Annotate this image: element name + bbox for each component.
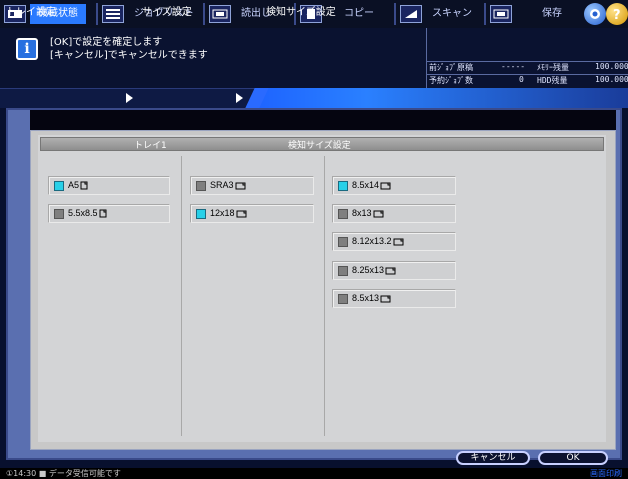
option-12x18[interactable]: 12x18 — [190, 204, 314, 223]
prev-job-value: ----- — [501, 62, 526, 71]
option-label: SRA3 — [210, 180, 234, 190]
info-icon: i — [16, 38, 38, 60]
checkbox-icon — [196, 181, 206, 191]
power-save-button[interactable] — [584, 3, 606, 25]
ok-button[interactable]: OK — [538, 451, 608, 465]
prev-job-label: 前ｼﾞｮﾌﾞ原稿 — [429, 63, 473, 72]
scan-icon — [400, 5, 422, 23]
option-8-25x13[interactable]: 8.25x13 — [332, 261, 456, 280]
column-divider — [324, 156, 325, 436]
option-5-5x8-5[interactable]: 5.5x8.5 — [48, 204, 170, 223]
breadcrumb-tray-settings[interactable]: トレイ設定 — [6, 3, 56, 18]
option-8-5x14[interactable]: 8.5x14 — [332, 176, 456, 195]
job-memory-stats: 前ｼﾞｮﾌﾞ原稿 ----- ﾒﾓﾘｰ残量 100.000 予約ｼﾞｮﾌﾞ数 0… — [426, 28, 628, 88]
option-label: A5 — [68, 180, 80, 190]
option-8-5x13[interactable]: 8.5x13 — [332, 289, 456, 308]
memory-value: 100.000 — [595, 62, 628, 71]
stats-row-2: 予約ｼﾞｮﾌﾞ数 0 HDD残量 100.000 — [427, 75, 628, 87]
cancel-button[interactable]: キャンセル — [456, 451, 530, 465]
landscape-orientation-icon — [236, 210, 247, 218]
message-line-1: [OK]で設定を確定します — [50, 37, 163, 48]
option-label: 8.5x14 — [352, 180, 380, 190]
column-divider — [181, 156, 182, 436]
recall-icon — [209, 5, 231, 23]
checkbox-icon — [196, 209, 206, 219]
landscape-orientation-icon — [393, 238, 404, 246]
portrait-orientation-icon — [99, 209, 107, 218]
option-label: 5.5x8.5 — [68, 208, 98, 218]
save-icon — [490, 5, 512, 23]
screen-print-label[interactable]: 画面印刷 — [590, 468, 622, 479]
hdd-value: 100.000 — [595, 75, 628, 84]
option-sra3[interactable]: SRA3 — [190, 176, 314, 195]
checkbox-icon — [338, 237, 348, 247]
checkbox-icon — [338, 181, 348, 191]
option-label: 8x13 — [352, 208, 372, 218]
reserved-value: 0 — [519, 75, 524, 84]
memory-label: ﾒﾓﾘｰ残量 — [537, 63, 569, 72]
tab-divider — [484, 3, 486, 25]
portrait-orientation-icon — [80, 181, 88, 190]
breadcrumb-size-settings[interactable]: サイズ設定 — [142, 3, 192, 18]
tab-label: 保存 — [542, 8, 562, 19]
screen: 機械状態 ジョブリスト 読出し コピー スキャン 保存 ? i [OK]で設定を… — [0, 0, 628, 479]
checkbox-icon — [338, 294, 348, 304]
help-button[interactable]: ? — [606, 3, 628, 25]
option-8-12x13-2[interactable]: 8.12x13.2 — [332, 232, 456, 251]
tab-divider — [394, 3, 396, 25]
help-icon: ? — [613, 8, 621, 23]
checkbox-icon — [338, 209, 348, 219]
option-label: 8.25x13 — [352, 265, 385, 275]
tab-divider — [96, 3, 98, 25]
panel-title-strip — [30, 110, 616, 130]
stats-row-1: 前ｼﾞｮﾌﾞ原稿 ----- ﾒﾓﾘｰ残量 100.000 — [427, 62, 628, 74]
breadcrumb-arrow-icon — [126, 93, 133, 103]
checkbox-icon — [338, 266, 348, 276]
reserved-label: 予約ｼﾞｮﾌﾞ数 — [429, 76, 473, 85]
header-detect-size: 検知サイズ設定 — [288, 141, 351, 151]
message-text: [OK]で設定を確定します [キャンセル]でキャンセルできます — [50, 36, 208, 62]
tab-scan[interactable]: スキャン — [398, 3, 478, 25]
landscape-orientation-icon — [385, 267, 396, 275]
hdd-label: HDD残量 — [537, 76, 568, 85]
svg-text:?: ? — [613, 8, 621, 23]
option-label: 8.5x13 — [352, 293, 380, 303]
header-tray: トレイ1 — [134, 141, 167, 151]
tab-divider — [203, 3, 205, 25]
breadcrumb-detect-size-settings: 検知サイズ設定 — [266, 7, 336, 18]
checkbox-icon — [54, 181, 64, 191]
option-8x13[interactable]: 8x13 — [332, 204, 456, 223]
landscape-orientation-icon — [373, 210, 384, 218]
message-line-2: [キャンセル]でキャンセルできます — [50, 50, 208, 61]
option-label: 8.12x13.2 — [352, 236, 392, 246]
tab-label: スキャン — [432, 8, 472, 19]
job-list-icon — [102, 5, 124, 23]
landscape-orientation-icon — [380, 295, 391, 303]
option-a5[interactable]: A5 — [48, 176, 170, 195]
breadcrumb-arrow-icon — [236, 93, 243, 103]
power-save-icon — [590, 9, 600, 19]
option-label: 12x18 — [210, 208, 235, 218]
status-bar: ①14:30 ■ データ受信可能です — [0, 468, 628, 479]
checkbox-icon — [54, 209, 64, 219]
breadcrumb-active-bg — [255, 88, 628, 108]
tab-save[interactable]: 保存 — [488, 3, 568, 25]
landscape-orientation-icon — [235, 182, 246, 190]
landscape-orientation-icon — [380, 182, 391, 190]
